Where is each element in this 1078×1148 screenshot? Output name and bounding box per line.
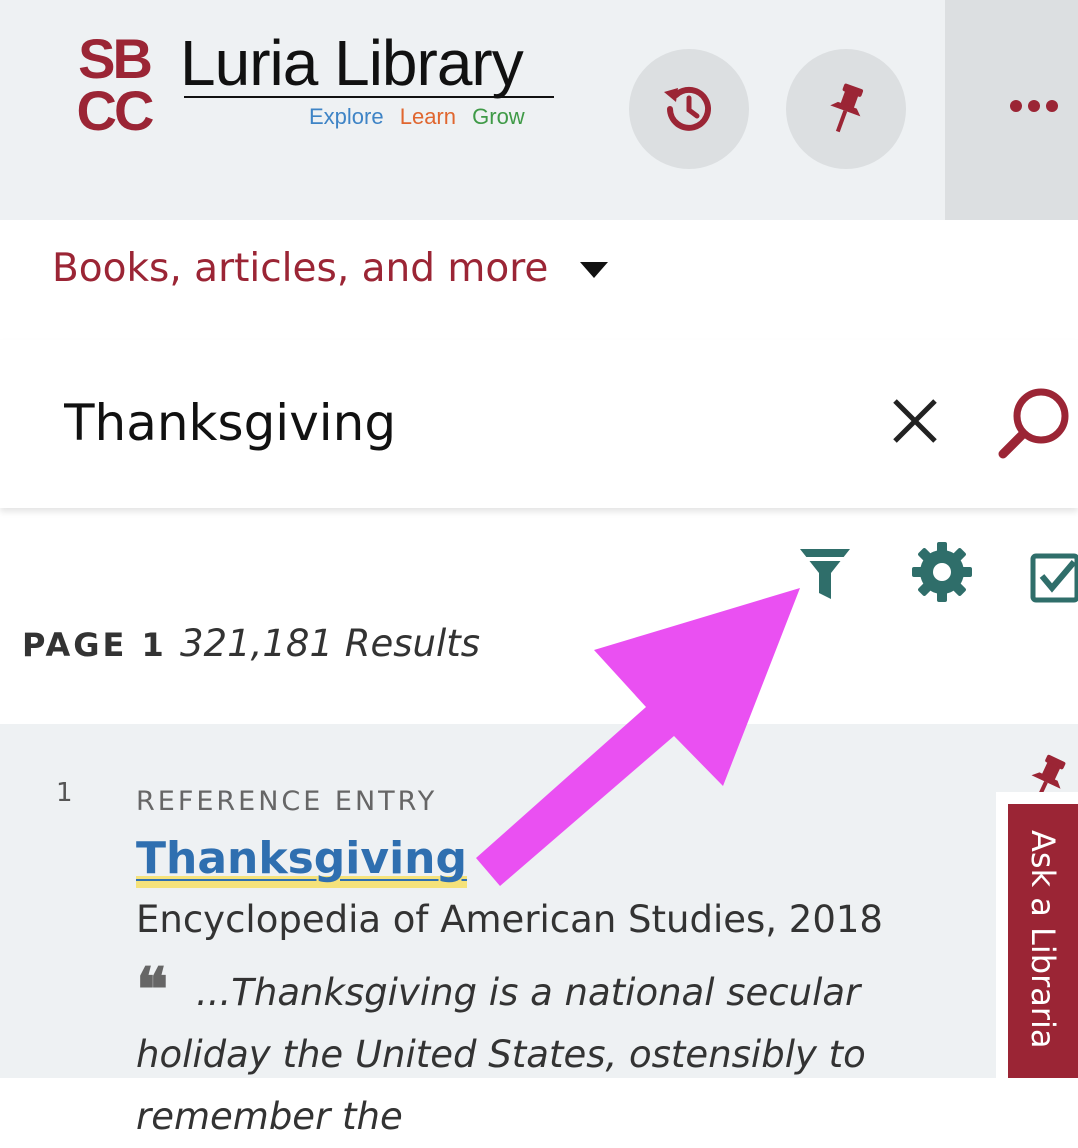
filter-icon[interactable] <box>798 545 852 603</box>
ask-librarian-button[interactable]: Ask a Libraria <box>1008 804 1078 1078</box>
page-indicator: PAGE 1 <box>22 626 167 664</box>
history-button[interactable] <box>629 49 749 169</box>
gear-icon[interactable] <box>910 540 974 604</box>
result-count: 321,181 Results <box>180 622 481 665</box>
library-title[interactable]: Luria Library <box>180 26 524 100</box>
search-icon[interactable] <box>995 382 1075 462</box>
checkbox-icon[interactable] <box>1030 548 1078 604</box>
close-icon[interactable] <box>890 396 940 446</box>
result-type: REFERENCE ENTRY <box>136 786 438 817</box>
result-title-link[interactable]: Thanksgiving <box>136 830 467 888</box>
tagline-grow: Grow <box>472 104 525 129</box>
ask-librarian-label: Ask a Libraria <box>1024 830 1062 1049</box>
chevron-down-icon[interactable] <box>580 262 608 278</box>
result-snippet: ...Thanksgiving is a national secular ho… <box>136 971 866 1138</box>
tagline-learn: Learn <box>399 104 456 129</box>
library-tagline: Explore Learn Grow <box>309 104 535 130</box>
search-input[interactable] <box>64 383 844 463</box>
svg-text:CC: CC <box>77 79 153 134</box>
more-menu-button[interactable] <box>945 0 1078 220</box>
search-scope-select[interactable]: Books, articles, and more <box>52 246 548 291</box>
result-source: Encyclopedia of American Studies, 2018 <box>136 898 883 941</box>
logo-divider <box>184 96 554 98</box>
more-dots-icon <box>1010 100 1058 112</box>
sbcc-logo[interactable]: SB CC <box>55 30 173 134</box>
tagline-explore: Explore <box>309 104 384 129</box>
result-number: 1 <box>56 778 73 808</box>
history-icon <box>664 86 711 131</box>
pinned-button[interactable] <box>786 49 906 169</box>
pin-icon <box>830 83 864 133</box>
